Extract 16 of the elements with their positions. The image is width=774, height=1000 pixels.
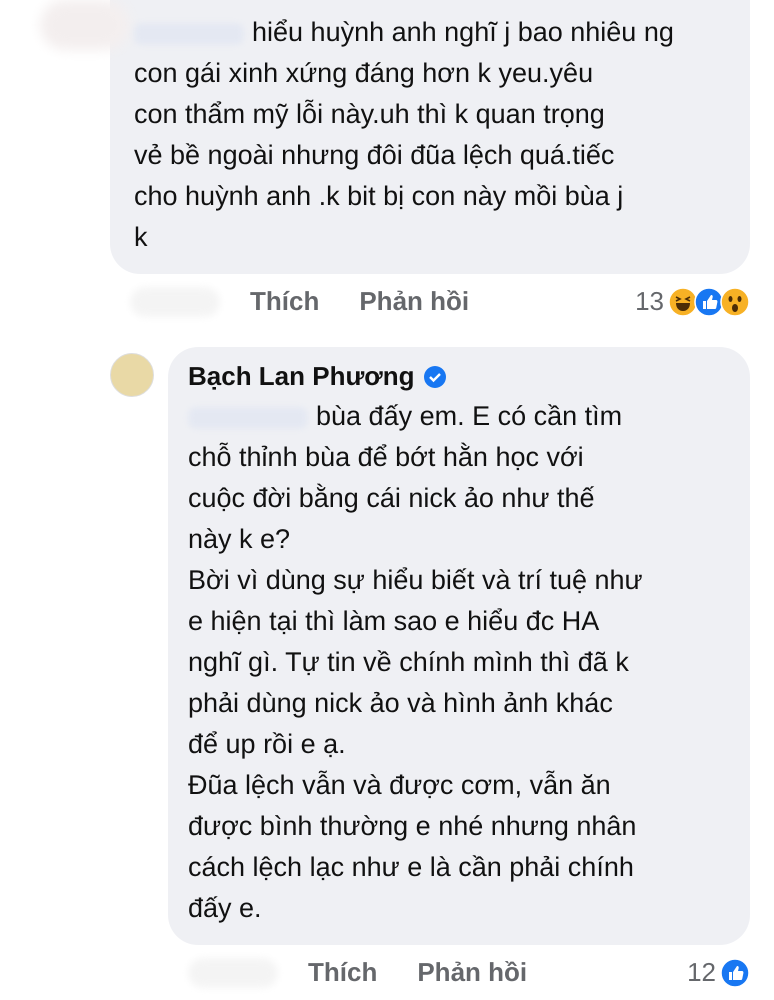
comment-text: Đũa lệch vẫn và được cơm, vẫn ăn được bình thường e nhé nhưng nhân cách lệch lạc như e là cần phải chính đấy e. (188, 769, 638, 925)
reply-link[interactable]: Phản hồi (359, 286, 470, 317)
like-link[interactable]: Thích (308, 957, 378, 988)
profile-avatar[interactable] (110, 353, 154, 397)
author-name[interactable]: Bạch Lan Phương (188, 361, 415, 392)
like-link[interactable]: Thích (250, 286, 320, 317)
surprised-reaction-icon (720, 286, 750, 316)
comment-text: Bời vì dùng sự hiểu biết và trí tuệ như e hiện tại thì làm sao e hiểu đc HA nghĩ gì. Tự tin về chính mình thì đã k phải dùng nick ảo và hình ảnh khác để up rồi e ạ. (188, 564, 644, 761)
reaction-count[interactable]: 12 (687, 957, 716, 988)
like-reaction-icon (694, 286, 724, 316)
reply-link[interactable]: Phản hồi (417, 957, 528, 988)
comment-text: hiểu huỳnh anh nghĩ j bao nhiêu ng con gái xinh xứng đáng hơn k yeu.yêu con thẩm mỹ lỗi này.uh thì k quan trọng vẻ bề ngoài nhưng đôi đũa lệch quá.tiếc cho huỳnh anh .k bit bị con này mồi bùa j k (134, 16, 675, 254)
like-reaction-icon (720, 958, 750, 988)
reaction-count[interactable]: 13 (635, 286, 664, 317)
comment-text: bùa đấy em. E có cần tìm chỗ thỉnh bùa để bớt hằn học với cuộc đời bằng cái nick ảo như thế này k e? (188, 400, 624, 556)
laughing-reaction-icon (668, 286, 698, 316)
